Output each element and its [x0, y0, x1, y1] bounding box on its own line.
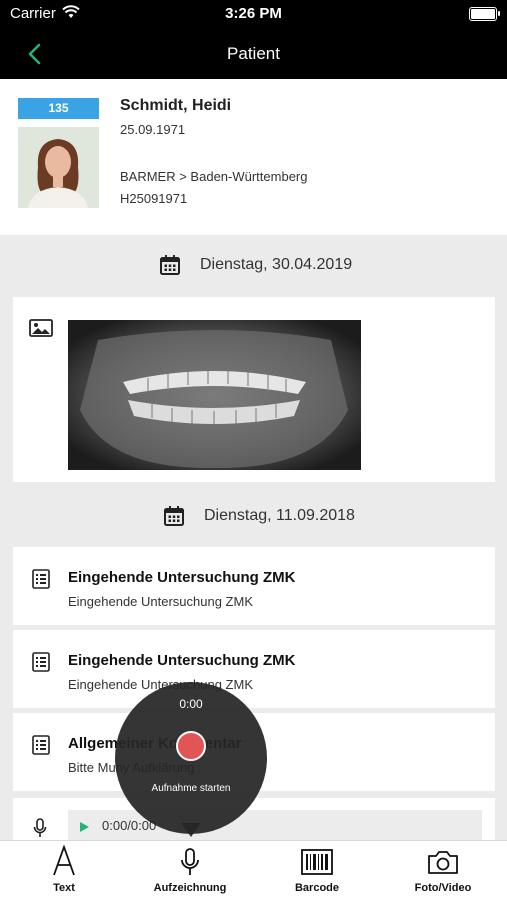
date-label: Dienstag, 30.04.2019 [200, 256, 353, 273]
patient-id-badge: 135 [18, 98, 99, 119]
patient-insurance: BARMER > Baden-Württemberg [120, 169, 308, 184]
date-header: Dienstag, 11.09.2018 [0, 503, 507, 531]
play-icon[interactable] [80, 822, 89, 832]
popover-pointer [181, 823, 201, 837]
checklist-icon [32, 652, 50, 677]
audio-entry-card: 0:00/0:00 [13, 798, 495, 842]
text-icon [24, 844, 104, 877]
record-button[interactable] [176, 731, 206, 761]
tab-label: Text [53, 882, 75, 894]
checklist-icon [32, 735, 50, 760]
entry-subtitle: Eingehende Untersuchung ZMK [68, 594, 254, 609]
date-label: Dienstag, 11.09.2018 [204, 507, 355, 524]
recording-label: Aufnahme starten [151, 783, 231, 794]
microphone-icon [145, 847, 235, 877]
page-title: Patient [227, 44, 280, 63]
entry-title: Eingehende Untersuchung ZMK [68, 569, 296, 586]
tab-text[interactable]: Text [24, 841, 104, 901]
image-icon [29, 319, 53, 342]
list-item[interactable]: Eingehende Untersuchung ZMK Eingehende U… [13, 547, 495, 625]
status-bar: Carrier 3:26 PM [0, 0, 507, 28]
tab-label: Barcode [294, 882, 340, 894]
patient-insurance-number: H25091971 [120, 191, 188, 206]
camera-icon [403, 847, 483, 877]
calendar-icon [164, 506, 184, 526]
audio-player: 0:00/0:00 [68, 810, 482, 842]
tab-label: Aufzeichnung [153, 882, 227, 894]
barcode-icon [277, 847, 357, 877]
clock: 3:26 PM [225, 5, 282, 22]
battery-icon [469, 7, 500, 21]
patient-header: 135 Schmidt, Heidi 25.09.1971 BARMER > B… [0, 79, 507, 235]
recording-timer: 0:00 [179, 697, 203, 711]
date-header: Dienstag, 30.04.2019 [0, 252, 507, 280]
tab-label: Foto/Video [414, 882, 472, 894]
tab-barcode[interactable]: Barcode [277, 841, 357, 901]
calendar-icon [160, 255, 180, 275]
patient-birthdate: 25.09.1971 [120, 122, 186, 137]
image-entry-card[interactable] [13, 297, 495, 482]
patient-photo [18, 127, 99, 208]
tab-aufzeichnung[interactable]: Aufzeichnung [145, 841, 235, 901]
navigation-bar: Patient [0, 28, 507, 79]
xray-image[interactable] [68, 320, 361, 470]
patient-name: Schmidt, Heidi [120, 97, 232, 114]
tab-foto-video[interactable]: Foto/Video [403, 841, 483, 901]
tab-bar: Text Aufzeichnung Barcode Foto/Video [0, 840, 507, 901]
entry-title: Eingehende Untersuchung ZMK [68, 652, 296, 669]
checklist-icon [32, 569, 50, 594]
recording-popover: 0:00 Aufnahme starten [115, 682, 267, 834]
